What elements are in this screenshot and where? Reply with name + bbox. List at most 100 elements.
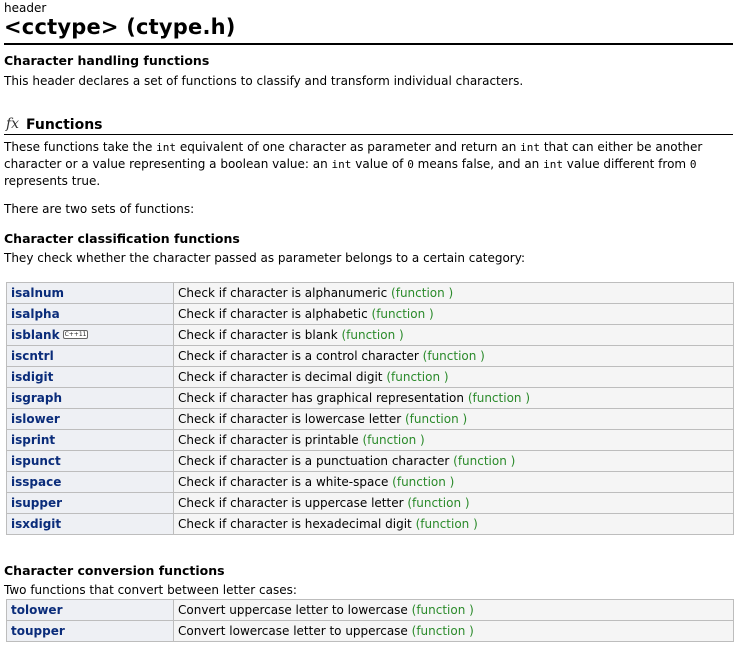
page-kind-label: header <box>4 1 47 15</box>
conversion-table: tolower Convert uppercase letter to lower… <box>6 599 734 642</box>
table-row: islower Check if character is lowercase l… <box>6 408 734 430</box>
function-link-isxdigit[interactable]: isxdigit <box>11 517 61 531</box>
function-tag: (function ) <box>422 349 485 363</box>
function-tag: (function ) <box>392 475 455 489</box>
table-row: isalpha Check if character is alphabetic … <box>6 303 734 325</box>
function-tag: (function ) <box>386 370 449 384</box>
functions-section-header: fx Functions <box>4 116 733 135</box>
function-desc-cell: Check if character is decimal digit (fun… <box>173 366 734 388</box>
function-description: Check if character is a punctuation char… <box>178 454 450 468</box>
function-desc-cell: Check if character is blank (function ) <box>173 324 734 346</box>
table-row: isgraph Check if character has graphical … <box>6 387 734 409</box>
function-link-isblank[interactable]: isblank <box>11 328 60 342</box>
function-desc-cell: Check if character is alphabetic (functi… <box>173 303 734 325</box>
function-tag: (function ) <box>411 624 474 638</box>
function-desc-cell: Check if character is a control characte… <box>173 345 734 367</box>
function-description: Check if character is alphabetic <box>178 307 368 321</box>
title-divider <box>4 43 733 45</box>
table-row: isblank C++11 Check if character is blank … <box>6 324 734 346</box>
function-name-cell: ispunct <box>6 450 174 472</box>
function-link-isdigit[interactable]: isdigit <box>11 370 53 384</box>
table-row: iscntrl Check if character is a control c… <box>6 345 734 367</box>
intro-text: This header declares a set of functions … <box>4 74 524 88</box>
table-row: ispunct Check if character is a punctuati… <box>6 450 734 472</box>
function-name-cell: iscntrl <box>6 345 174 367</box>
table-row: tolower Convert uppercase letter to lower… <box>6 599 734 621</box>
fx-icon: fx <box>6 116 20 132</box>
function-description: Check if character is uppercase letter <box>178 496 404 510</box>
function-description: Check if character is hexadecimal digit <box>178 517 412 531</box>
function-link-isupper[interactable]: isupper <box>11 496 62 510</box>
function-link-islower[interactable]: islower <box>11 412 60 426</box>
function-link-isspace[interactable]: isspace <box>11 475 61 489</box>
classification-table: isalnum Check if character is alphanumeri… <box>6 282 734 535</box>
function-name-cell: isdigit <box>6 366 174 388</box>
function-tag: (function ) <box>467 391 531 405</box>
function-description: Check if character is a white-space <box>178 475 389 489</box>
function-desc-cell: Check if character is uppercase letter (… <box>173 492 734 514</box>
function-desc-cell: Check if character is a punctuation char… <box>173 450 734 472</box>
function-desc-cell: Check if character is printable (functio… <box>173 429 734 451</box>
function-description: Check if character has graphical represe… <box>178 391 464 405</box>
function-description: Check if character is lowercase letter <box>178 412 402 426</box>
cpp11-badge: C++11 <box>62 330 89 339</box>
function-link-isalnum[interactable]: isalnum <box>11 286 64 300</box>
sets-text: There are two sets of functions: <box>4 202 195 216</box>
function-tag: (function ) <box>362 433 425 447</box>
function-desc-cell: Check if character is a white-space (fun… <box>173 471 734 493</box>
function-description: Check if character is blank <box>178 328 338 342</box>
function-tag: (function ) <box>453 454 516 468</box>
function-link-toupper[interactable]: toupper <box>11 624 65 638</box>
function-tag: (function ) <box>371 307 434 321</box>
function-description: Convert uppercase letter to lowercase <box>178 603 408 617</box>
function-link-isprint[interactable]: isprint <box>11 433 55 447</box>
function-desc-cell: Convert uppercase letter to lowercase (f… <box>173 599 734 621</box>
functions-heading: Functions <box>26 117 103 133</box>
functions-description-line-3: represents true. <box>4 174 101 188</box>
classification-description: They check whether the character passed … <box>4 251 526 265</box>
function-name-cell: isxdigit <box>6 513 174 535</box>
function-link-ispunct[interactable]: ispunct <box>11 454 61 468</box>
function-desc-cell: Convert lowercase letter to uppercase (f… <box>173 620 734 642</box>
function-desc-cell: Check if character is alphanumeric (func… <box>173 282 734 304</box>
function-name-cell: isalpha <box>6 303 174 325</box>
function-description: Check if character is alphanumeric <box>178 286 388 300</box>
functions-description-line-2: character or a value representing a bool… <box>4 157 697 171</box>
reference-page: header <cctype> (ctype.h) Character hand… <box>0 0 746 654</box>
page-title: <cctype> (ctype.h) <box>4 15 236 39</box>
table-row: isprint Check if character is printable (… <box>6 429 734 451</box>
function-link-isgraph[interactable]: isgraph <box>11 391 62 405</box>
function-tag: (function ) <box>407 496 470 510</box>
function-desc-cell: Check if character is hexadecimal digit … <box>173 513 734 535</box>
function-tag: (function ) <box>341 328 404 342</box>
function-name-cell: isspace <box>6 471 174 493</box>
function-name-cell: tolower <box>6 599 174 621</box>
table-row: isxdigit Check if character is hexadecima… <box>6 513 734 535</box>
function-tag: (function ) <box>391 286 454 300</box>
function-tag: (function ) <box>415 517 478 531</box>
table-row: isdigit Check if character is decimal dig… <box>6 366 734 388</box>
function-description: Check if character is printable <box>178 433 359 447</box>
function-name-cell: isblank C++11 <box>6 324 174 346</box>
table-row: isupper Check if character is uppercase l… <box>6 492 734 514</box>
function-link-tolower[interactable]: tolower <box>11 603 62 617</box>
functions-description-line-1: These functions take the int equivalent … <box>4 140 703 154</box>
function-description: Check if character is decimal digit <box>178 370 383 384</box>
functions-description: These functions take the int equivalent … <box>4 139 739 189</box>
function-name-cell: isupper <box>6 492 174 514</box>
conversion-heading: Character conversion functions <box>4 563 225 578</box>
function-link-iscntrl[interactable]: iscntrl <box>11 349 54 363</box>
function-tag: (function ) <box>405 412 468 426</box>
intro-heading: Character handling functions <box>4 53 210 68</box>
function-description: Convert lowercase letter to uppercase <box>178 624 408 638</box>
classification-heading: Character classification functions <box>4 231 240 246</box>
function-name-cell: isalnum <box>6 282 174 304</box>
function-name-cell: isprint <box>6 429 174 451</box>
function-link-isalpha[interactable]: isalpha <box>11 307 60 321</box>
table-row: toupper Convert lowercase letter to upper… <box>6 620 734 642</box>
function-desc-cell: Check if character is lowercase letter (… <box>173 408 734 430</box>
function-name-cell: toupper <box>6 620 174 642</box>
function-tag: (function ) <box>411 603 474 617</box>
table-row: isspace Check if character is a white-spa… <box>6 471 734 493</box>
function-desc-cell: Check if character has graphical represe… <box>173 387 734 409</box>
